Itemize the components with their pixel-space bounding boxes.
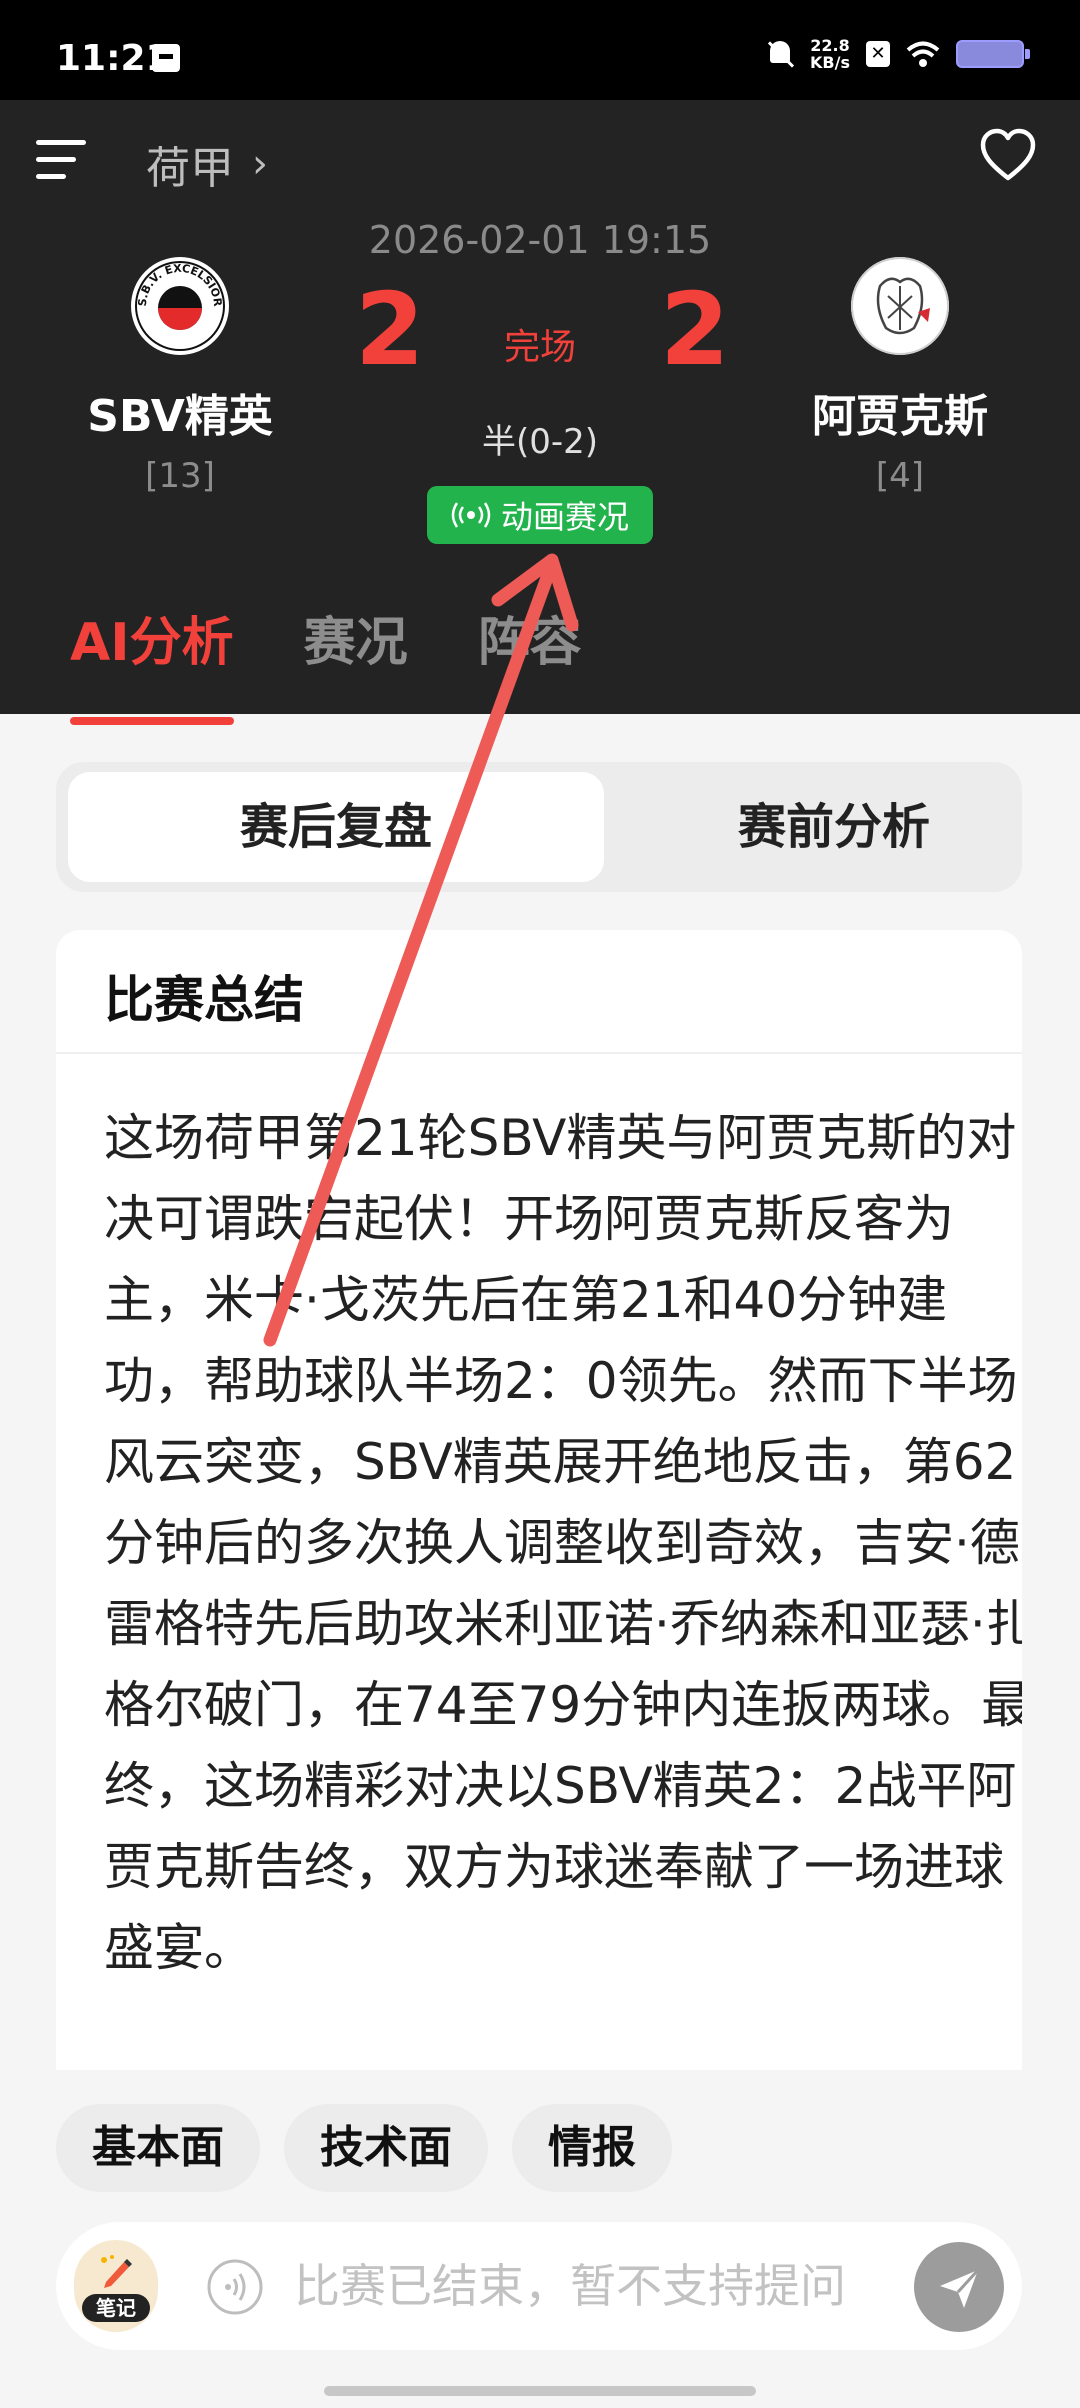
x-app-icon: ✕: [866, 41, 890, 67]
question-input[interactable]: 比赛已结束，暂不支持提问: [294, 2252, 846, 2320]
match-status: 完场: [503, 327, 576, 368]
calendar-icon: [152, 44, 180, 72]
network-speed: 22.8 KB/s: [810, 37, 850, 71]
tab-match-events[interactable]: 赛况: [304, 600, 408, 675]
animation-live-button[interactable]: 动画赛况: [427, 486, 653, 544]
summary-body: 这场荷甲第21轮SBV精英与阿贾克斯的对决可谓跌宕起伏！开场阿贾克斯反客为主，米…: [104, 1109, 1022, 1977]
half-time-score: 半(0-2): [481, 422, 599, 462]
pen-icon: [101, 2255, 132, 2288]
tab-ai-analysis[interactable]: AI分析: [70, 600, 234, 725]
segment-pre-match[interactable]: 赛前分析: [594, 772, 1074, 882]
broadcast-icon: [451, 502, 491, 528]
menu-icon[interactable]: [36, 140, 86, 180]
wifi-icon: [906, 41, 940, 67]
question-input-bar: 笔记 比赛已结束，暂不支持提问: [56, 2222, 1022, 2350]
battery-icon: [956, 40, 1030, 68]
summary-title: 比赛总结: [104, 971, 304, 1029]
note-button[interactable]: 笔记: [74, 2240, 158, 2332]
analysis-segment-control: 赛后复盘 赛前分析: [56, 762, 1022, 892]
match-header: 荷甲 › 2026-02-01 19:15 S.B.V. EXCELSIOR S…: [0, 100, 1080, 725]
status-icons: 22.8 KB/s ✕: [766, 34, 1030, 74]
summary-divider: [56, 1052, 1022, 1054]
tab-lineup[interactable]: 阵容: [478, 600, 582, 675]
network-speed-value: 22.8: [810, 36, 850, 55]
send-icon: [940, 2268, 980, 2308]
status-bar: 11:21 22.8 KB/s ✕: [0, 0, 1080, 100]
mute-bell-icon: [766, 39, 794, 69]
league-link[interactable]: 荷甲 ›: [146, 132, 268, 196]
chip-intel[interactable]: 情报: [512, 2104, 672, 2192]
heart-icon[interactable]: [980, 128, 1036, 182]
send-button[interactable]: [914, 2242, 1004, 2332]
note-label: 笔记: [82, 2294, 150, 2322]
topic-chips: 基本面 技术面 情报: [56, 2104, 672, 2192]
network-speed-unit: KB/s: [810, 53, 850, 72]
league-name: 荷甲: [146, 143, 234, 194]
main-tabs: AI分析 赛况 阵容: [70, 600, 582, 725]
chip-fundamentals[interactable]: 基本面: [56, 2104, 260, 2192]
voice-icon[interactable]: [206, 2258, 264, 2316]
segment-post-match[interactable]: 赛后复盘: [68, 772, 604, 882]
match-summary-card: 比赛总结 这场荷甲第21轮SBV精英与阿贾克斯的对决可谓跌宕起伏！开场阿贾克斯反…: [56, 930, 1022, 2070]
animation-live-label: 动画赛况: [500, 498, 629, 536]
chip-technical[interactable]: 技术面: [284, 2104, 488, 2192]
home-indicator[interactable]: [324, 2386, 756, 2396]
chevron-right-icon: ›: [252, 141, 268, 187]
